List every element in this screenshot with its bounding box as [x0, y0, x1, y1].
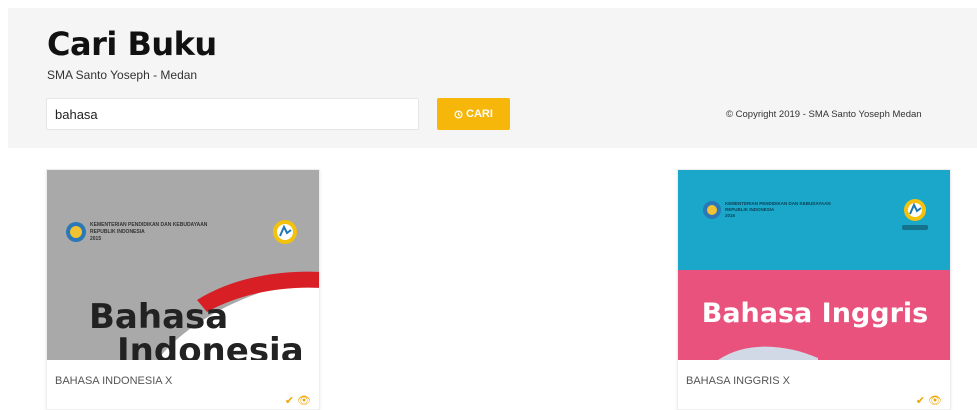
header: Cari Buku SMA Santo Yoseph - Medan CARI … — [8, 8, 977, 148]
check-icon[interactable]: ✔ — [285, 394, 294, 407]
cover-title: Bahasa Inggris — [702, 298, 929, 329]
book-title: BAHASA INDONESIA X — [55, 375, 173, 387]
book-cover-image[interactable]: KEMENTERIAN PENDIDIKAN DAN KEBUDAYAAN RE… — [47, 170, 319, 360]
cover-country-text: REPUBLIK INDONESIA — [725, 207, 775, 212]
school-subtitle: SMA Santo Yoseph - Medan — [47, 68, 198, 82]
page-title: Cari Buku — [47, 25, 217, 63]
cover-year-text: 2015 — [90, 236, 101, 242]
book-cover-image[interactable]: KEMENTERIAN PENDIDIKAN DAN KEBUDAYAAN RE… — [678, 170, 950, 360]
copyright-text: © Copyright 2019 - SMA Santo Yoseph Meda… — [726, 109, 922, 120]
eye-icon[interactable]: 👁 — [297, 394, 311, 407]
card-actions: ✔ 👁 — [916, 394, 942, 407]
book-card-bahasa-indonesia[interactable]: KEMENTERIAN PENDIDIKAN DAN KEBUDAYAAN RE… — [46, 169, 320, 410]
book-card-bahasa-inggris[interactable]: KEMENTERIAN PENDIDIKAN DAN KEBUDAYAAN RE… — [677, 169, 951, 410]
cover-title-line2: Indonesia — [117, 331, 304, 360]
card-actions: ✔ 👁 — [285, 394, 311, 407]
eye-icon[interactable]: 👁 — [928, 394, 942, 407]
search-button[interactable]: CARI — [437, 98, 510, 130]
cover-ministry-text: KEMENTERIAN PENDIDIKAN DAN KEBUDAYAAN — [725, 201, 831, 206]
search-input[interactable] — [46, 98, 419, 130]
cover-ministry-text: KEMENTERIAN PENDIDIKAN DAN KEBUDAYAAN — [90, 222, 208, 228]
cover-year-text: 2016 — [725, 213, 736, 218]
check-icon[interactable]: ✔ — [916, 394, 925, 407]
search-button-label: CARI — [466, 108, 493, 120]
cover-country-text: REPUBLIK INDONESIA — [90, 229, 145, 235]
book-title: BAHASA INGGRIS X — [686, 375, 790, 387]
circle-icon — [454, 109, 463, 119]
